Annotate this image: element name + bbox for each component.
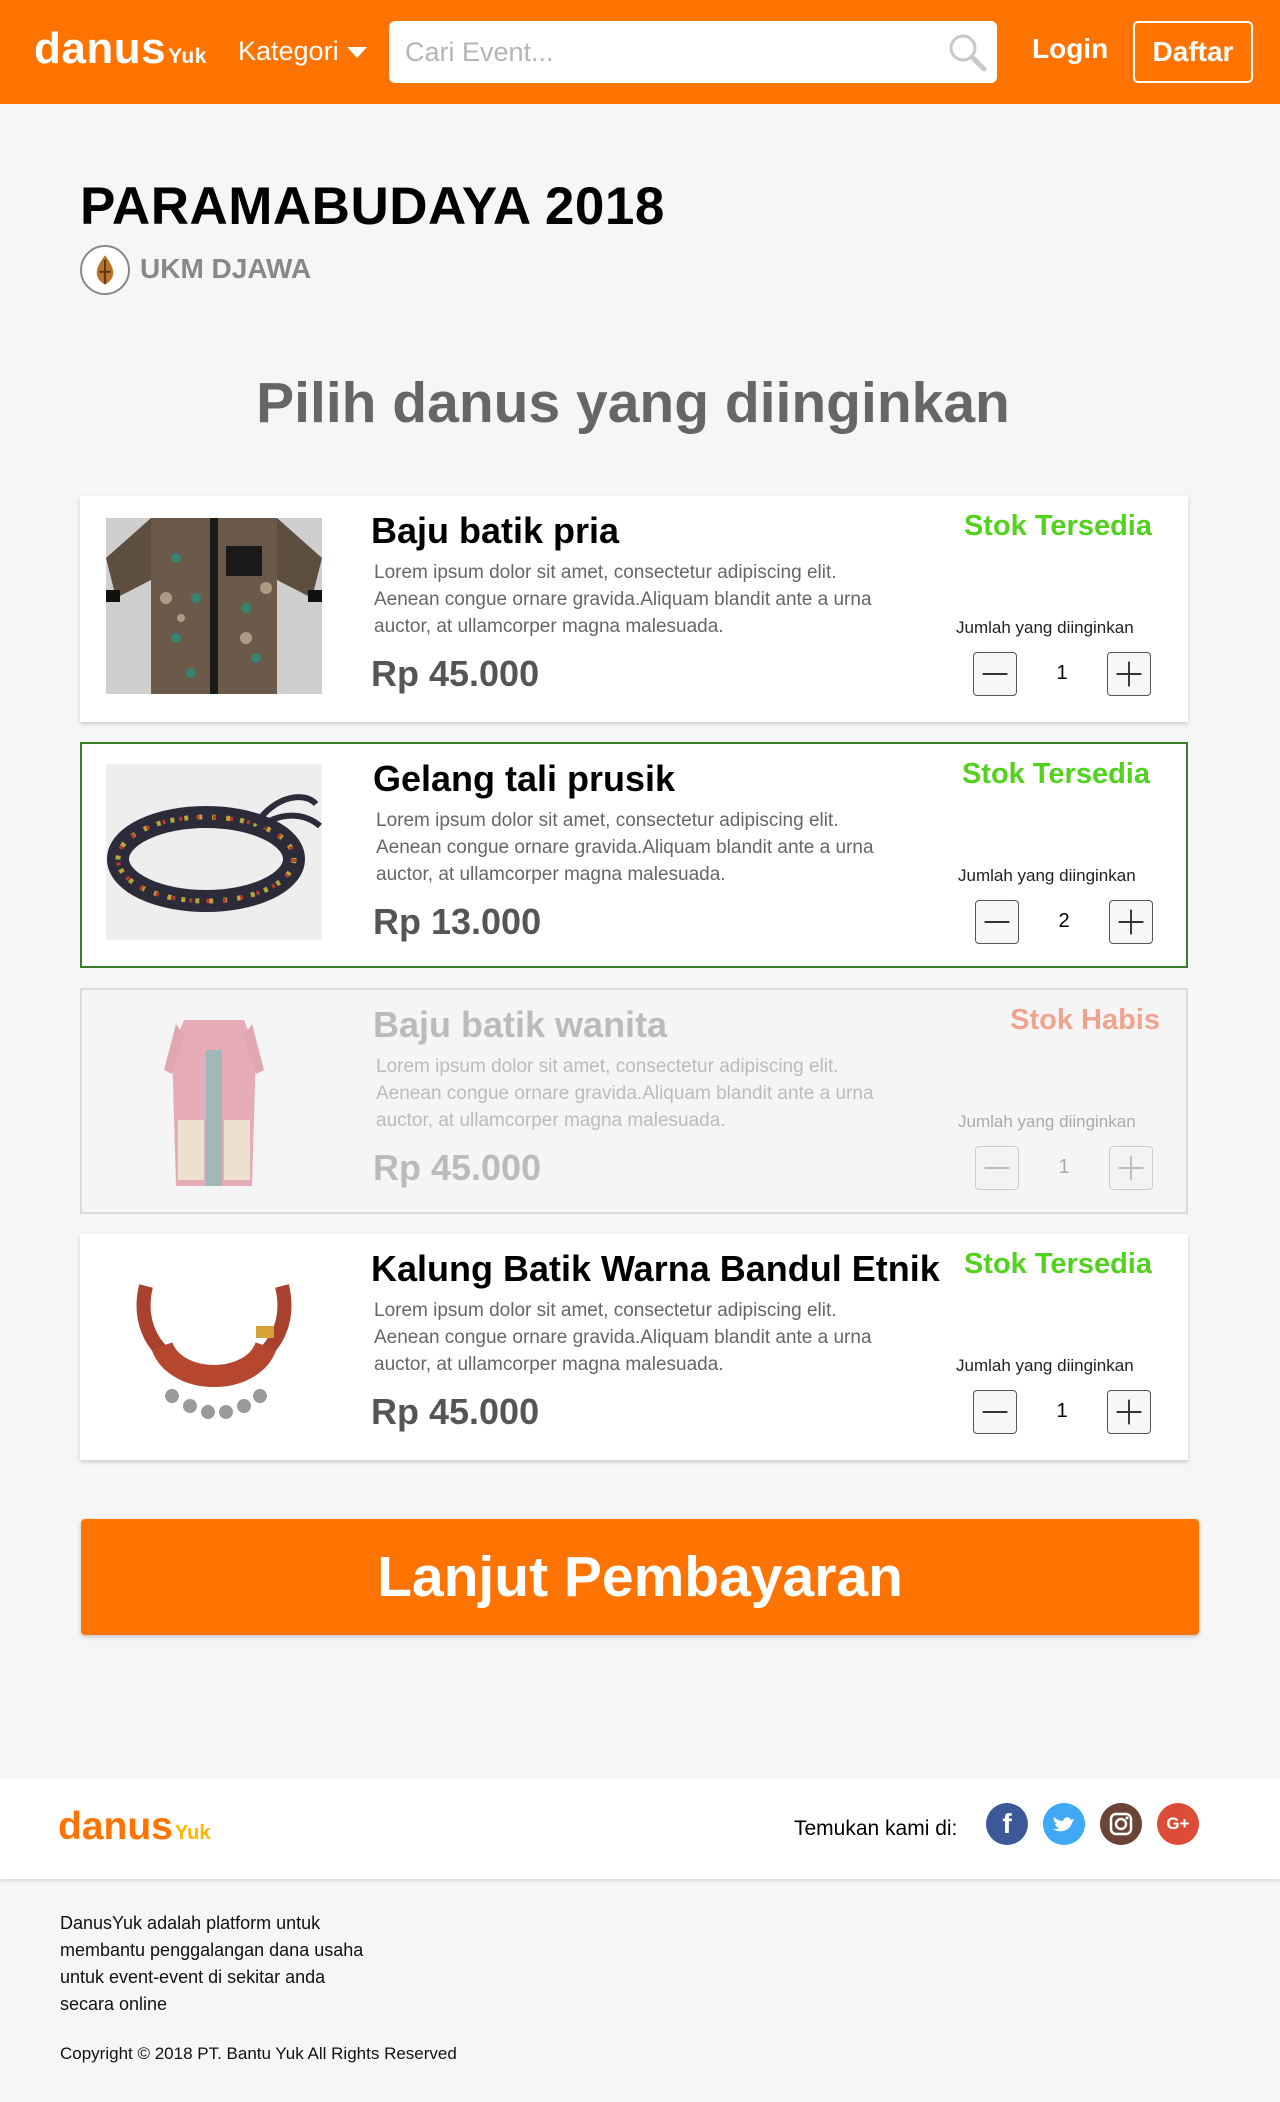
minus-icon bbox=[975, 1146, 1019, 1190]
product-price: Rp 13.000 bbox=[373, 901, 542, 942]
product-description: Lorem ipsum dolor sit amet, consectetur … bbox=[374, 562, 872, 637]
plus-icon bbox=[1109, 1146, 1153, 1190]
facebook-icon[interactable]: f bbox=[986, 1803, 1028, 1845]
footer-logo[interactable]: danus Yuk bbox=[58, 1805, 210, 1849]
product-price: Rp 45.000 bbox=[373, 1147, 542, 1188]
product-image-gelang-tali-prusik bbox=[106, 764, 322, 940]
product-image-kalung-batik bbox=[106, 1256, 322, 1432]
copyright-text: Copyright © 2018 PT. Bantu Yuk All Right… bbox=[60, 2044, 457, 2063]
stock-status: Stok Tersedia bbox=[961, 758, 1150, 790]
about-text: DanusYuk adalah platform untuk membantu … bbox=[60, 1913, 364, 2014]
kategori-label: Kategori bbox=[238, 36, 339, 66]
product-card[interactable]: Kalung Batik Warna Bandul Etnik Lorem ip… bbox=[80, 1234, 1188, 1460]
instagram-icon[interactable] bbox=[1100, 1803, 1142, 1845]
footer-logo-main: danus bbox=[58, 1805, 173, 1848]
quantity-value[interactable]: 1 bbox=[1020, 662, 1104, 685]
product-card[interactable]: Baju batik pria Lorem ipsum dolor sit am… bbox=[80, 496, 1188, 722]
organizer-name[interactable]: UKM DJAWA bbox=[140, 253, 311, 285]
login-link[interactable]: Login bbox=[1032, 33, 1108, 65]
daftar-button[interactable]: Daftar bbox=[1133, 21, 1253, 83]
quantity-value[interactable]: 2 bbox=[1022, 910, 1106, 933]
plus-icon[interactable] bbox=[1107, 652, 1151, 696]
plus-icon[interactable] bbox=[1109, 900, 1153, 944]
google-plus-icon[interactable]: G+ bbox=[1157, 1803, 1199, 1845]
product-card: Baju batik wanita Lorem ipsum dolor sit … bbox=[80, 988, 1188, 1214]
product-price: Rp 45.000 bbox=[371, 1391, 540, 1432]
minus-icon[interactable] bbox=[973, 1390, 1017, 1434]
search-box bbox=[389, 21, 997, 83]
minus-icon[interactable] bbox=[973, 652, 1017, 696]
product-name: Kalung Batik Warna Bandul Etnik bbox=[371, 1248, 940, 1289]
checkout-button[interactable]: Lanjut Pembayaran bbox=[81, 1519, 1199, 1635]
quantity-value: 1 bbox=[1058, 1156, 1070, 1178]
organizer-logo bbox=[80, 245, 130, 295]
footer-logo-sub: Yuk bbox=[174, 1822, 211, 1844]
quantity-label: Jumlah yang diinginkan bbox=[956, 618, 1134, 637]
product-image-baju-batik-pria bbox=[106, 518, 322, 694]
search-input[interactable] bbox=[403, 31, 927, 73]
plus-icon[interactable] bbox=[1107, 1390, 1151, 1434]
quantity-label: Jumlah yang diinginkan bbox=[958, 1112, 1136, 1131]
top-navbar: danusYuk Kategori Login Daftar bbox=[0, 0, 1280, 104]
quantity-label: Jumlah yang diinginkan bbox=[956, 1356, 1134, 1375]
danusyuk-logo[interactable]: danusYuk bbox=[34, 24, 207, 74]
product-name: Baju batik pria bbox=[371, 510, 620, 551]
product-description: Lorem ipsum dolor sit amet, consectetur … bbox=[374, 1300, 872, 1375]
social-label: Temukan kami di: bbox=[794, 1817, 958, 1840]
stock-status: Stok Tersedia bbox=[963, 510, 1152, 542]
product-description: Lorem ipsum dolor sit amet, consectetur … bbox=[376, 810, 874, 885]
product-name: Baju batik wanita bbox=[373, 1004, 668, 1045]
product-description: Lorem ipsum dolor sit amet, consectetur … bbox=[376, 1056, 874, 1131]
event-title: PARAMABUDAYA 2018 bbox=[80, 177, 665, 236]
logo-main-text: danus bbox=[34, 24, 167, 73]
kategori-dropdown[interactable]: Kategori bbox=[238, 36, 367, 67]
search-icon[interactable] bbox=[945, 30, 989, 74]
section-heading: Pilih danus yang diinginkan bbox=[256, 371, 1010, 435]
product-card[interactable]: Gelang tali prusik Lorem ipsum dolor sit… bbox=[80, 742, 1188, 968]
logo-sub-text: Yuk bbox=[168, 45, 207, 68]
quantity-value[interactable]: 1 bbox=[1020, 1400, 1104, 1423]
caret-down-icon bbox=[346, 47, 367, 59]
product-name: Gelang tali prusik bbox=[373, 758, 676, 799]
quantity-label: Jumlah yang diinginkan bbox=[958, 866, 1136, 885]
twitter-icon[interactable] bbox=[1043, 1803, 1085, 1845]
minus-icon[interactable] bbox=[975, 900, 1019, 944]
product-price: Rp 45.000 bbox=[371, 653, 540, 694]
stock-status: Stok Tersedia bbox=[963, 1248, 1152, 1280]
product-image-baju-batik-wanita bbox=[106, 1010, 322, 1186]
footer-bar: danus Yuk Temukan kami di: f G+ bbox=[0, 1779, 1280, 1879]
stock-status: Stok Habis bbox=[1010, 1004, 1160, 1036]
